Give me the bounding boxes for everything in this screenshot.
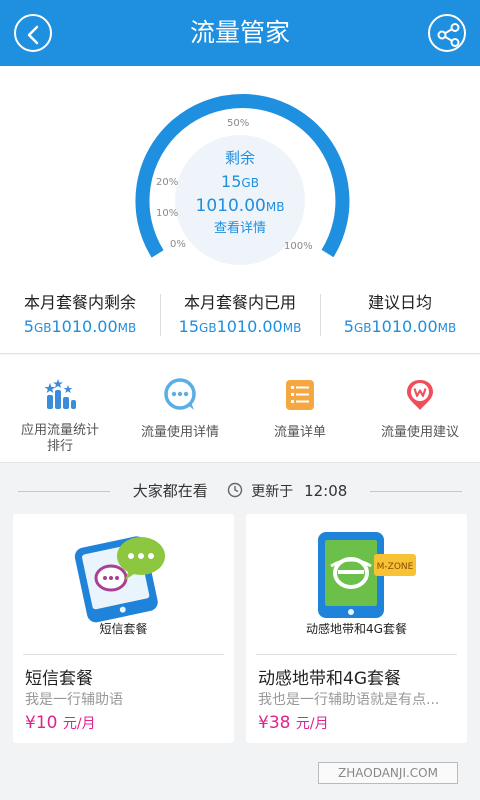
card-caption: 短信套餐 [99,622,148,636]
view-details-link[interactable]: 查看详情 [180,218,300,240]
back-button[interactable] [14,14,52,52]
card-divider [23,654,224,655]
card-price: ¥38 元/月 [258,713,329,733]
card-subtitle: 我也是一行辅助语就是有点... [258,692,440,708]
watermark: ZHAODANJI.COM [318,762,458,784]
quick-menu: 应用流量统计 排行 流量使用详情 流量详单 流量使用建议 [0,355,480,463]
card-title: 动感地带和4G套餐 [258,669,401,689]
stat-daily-suggest: 建议日均 5GB1010.00MB [320,284,480,353]
package-card-4g[interactable]: M-ZONE 动感地带和4G套餐 动感地带和4G套餐 我也是一行辅助语就是有点.… [246,514,467,743]
suggestion-pin-icon [407,380,433,410]
remaining-gb: 15GB [221,172,259,191]
share-button[interactable] [428,14,466,52]
card-caption: 动感地带和4G套餐 [306,622,407,636]
flow-gauge: 50% 20% 10% 0% 100% 剩余 15GB 1010.00MB 查看… [0,66,480,284]
card-title: 短信套餐 [25,669,93,689]
card-price: ¥10 元/月 [25,713,96,733]
menu-usage-suggest[interactable]: 流量使用建议 [360,355,480,462]
tick-50: 50% [227,118,250,129]
back-arrow-icon [27,25,39,45]
chat-bubble-icon [164,378,196,410]
card-image: M-ZONE 动感地带和4G套餐 [246,514,467,654]
stat-used: 本月套餐内已用 15GB1010.00MB [160,284,320,353]
updated-time: 12:08 [304,482,348,500]
menu-usage-details[interactable]: 流量使用详情 [120,355,240,462]
list-icon [286,380,314,410]
app-header: 流量管家 [0,0,480,66]
usage-stats: 本月套餐内剩余 5GB1010.00MB 本月套餐内已用 15GB1010.00… [0,284,480,354]
card-subtitle: 我是一行辅助语 [25,692,123,708]
menu-flow-list[interactable]: 流量详单 [240,355,360,462]
card-image: 短信套餐 [13,514,234,654]
gauge-readout: 剩余 15GB 1010.00MB 查看详情 [180,146,300,258]
remaining-mb: 1010.00MB [195,196,285,216]
tick-20: 20% [156,177,179,188]
app-ranking-icon [44,379,76,409]
tick-10: 10% [156,208,179,219]
section-header: 大家都在看 更新于 12:08 [0,474,480,508]
card-divider [256,654,457,655]
menu-app-ranking[interactable]: 应用流量统计 排行 [0,355,120,462]
clock-icon [227,482,242,498]
updated-label: 更新于 [251,484,294,500]
section-title: 大家都在看 [132,482,208,500]
package-card-sms[interactable]: 短信套餐 短信套餐 我是一行辅助语 ¥10 元/月 [13,514,234,743]
share-icon [437,23,460,47]
svg-text:M-ZONE: M-ZONE [377,562,414,572]
stat-remaining: 本月套餐内剩余 5GB1010.00MB [23,293,137,336]
remaining-label: 剩余 [224,149,255,167]
page-title: 流量管家 [189,18,290,47]
